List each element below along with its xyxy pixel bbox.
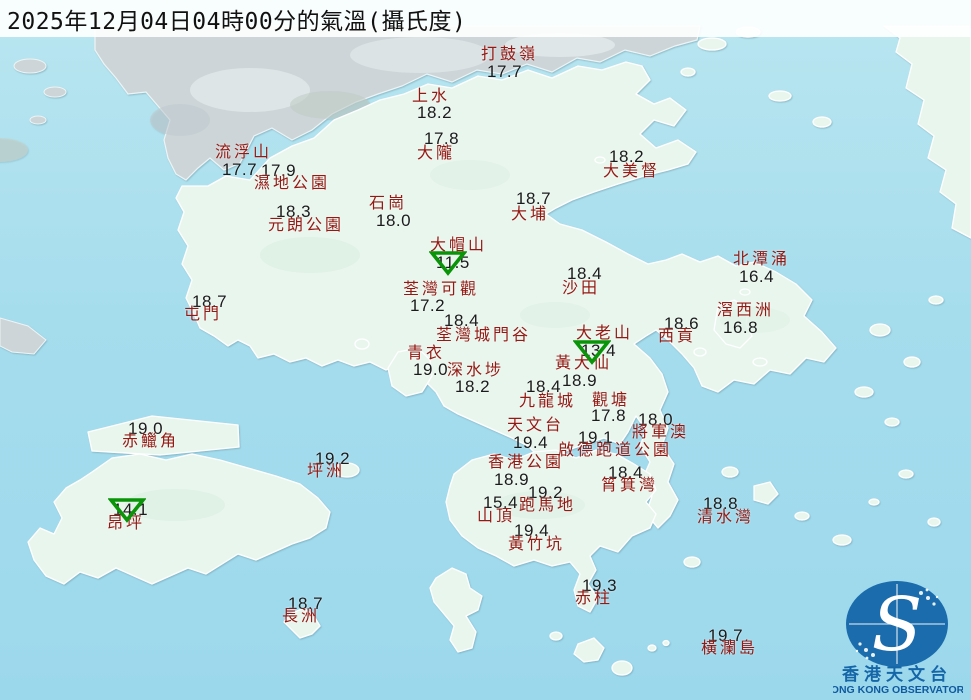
station-name-sai-kung: 西貢	[658, 326, 697, 345]
station-name-chek-lap-kok: 赤鱲角	[122, 431, 180, 450]
station-name-the-peak: 山頂	[477, 506, 516, 525]
map-title-text: 2025年12月04日04時00分的氣溫(攝氏度)	[7, 8, 467, 35]
station-temp-hk-observatory: 19.4	[513, 433, 549, 452]
station-name-waglan-island: 橫瀾島	[701, 638, 759, 657]
station-name-ta-kwu-ling: 打鼓嶺	[481, 44, 539, 63]
station-name-happy-valley: 跑馬地	[519, 495, 577, 514]
station-name-pak-tam-chung: 北潭涌	[733, 249, 791, 268]
station-name-stanley: 赤柱	[575, 588, 614, 607]
station-temp-kwun-tong: 17.8	[591, 406, 627, 425]
station-name-wetland-park: 濕地公園	[254, 173, 331, 192]
station-temp-wong-tai-sin: 18.9	[562, 371, 598, 390]
station-name-sha-tin: 沙田	[562, 278, 601, 297]
station-temp-pak-tam-chung: 16.4	[739, 267, 775, 286]
station-name-shek-kong: 石崗	[369, 193, 408, 212]
stations-layer: 17.7 打鼓嶺 18.2 上水 17.8 大隴 18.2 大美督 17.7 流浮山 17.9 濕地公…	[0, 0, 971, 700]
station-name-yuen-long-park: 元朗公園	[268, 215, 345, 234]
station-name-tai-lung: 大隴	[417, 143, 456, 162]
station-name-hk-observatory: 天文台	[507, 415, 565, 434]
station-temp-ta-kwu-ling: 17.7	[487, 62, 523, 81]
station-name-clear-water-bay: 清水灣	[697, 507, 755, 526]
hko-logo-name-zh: 香港天文台	[842, 664, 952, 685]
station-name-lau-fau-shan: 流浮山	[215, 142, 273, 161]
hko-logo-s-swirl: S	[872, 582, 923, 668]
station-name-hong-kong-park: 香港公園	[488, 452, 565, 471]
station-temp-tsing-yi: 19.0	[413, 360, 449, 379]
station-name-kwun-tong: 觀塘	[592, 390, 631, 409]
station-name-shau-kei-wan: 筲箕灣	[601, 475, 659, 494]
hko-regional-temperature-map: 2025年12月04日04時00分的氣溫(攝氏度) 17.7 打鼓嶺 18.2 上水 1…	[0, 0, 971, 700]
station-name-tsing-yi: 青衣	[407, 343, 446, 362]
station-temp-hong-kong-park: 18.9	[494, 470, 530, 489]
map-title: 2025年12月04日04時00分的氣溫(攝氏度)	[0, 0, 971, 37]
station-temp-shek-kong: 18.0	[376, 211, 412, 230]
station-name-cheung-chau: 長洲	[282, 606, 321, 625]
min-temp-triangle-marker-ngong-ping	[108, 498, 146, 523]
station-name-wong-chuk-hang: 黃竹坑	[508, 534, 566, 553]
station-name-tai-po: 大埔	[511, 204, 550, 223]
station-name-kau-sai-chau: 滘西洲	[717, 300, 775, 319]
station-name-kai-tak-runway-park: 啟德跑道公園	[558, 440, 673, 459]
min-temp-triangle-marker-tates-cairn	[573, 340, 611, 365]
station-temp-sham-shui-po: 18.2	[455, 377, 491, 396]
station-name-sham-shui-po: 深水埗	[447, 360, 505, 379]
station-temp-tsuen-wan-ho-koon: 17.2	[410, 296, 446, 315]
min-temp-triangle-marker-tai-mo-shan	[429, 251, 467, 276]
station-name-peng-chau: 坪洲	[307, 461, 346, 480]
station-temp-sheung-shui: 18.2	[417, 103, 453, 122]
hko-logo: S 香港天文台 HONG KONG OBSERVATORY	[833, 581, 963, 696]
station-name-tsuen-wan-shing-mun-valley: 荃灣城門谷	[436, 325, 532, 344]
station-temp-kau-sai-chau: 16.8	[723, 318, 759, 337]
station-name-tsuen-wan-ho-koon: 荃灣可觀	[403, 279, 480, 298]
station-temp-lau-fau-shan: 17.7	[222, 160, 258, 179]
station-name-sheung-shui: 上水	[412, 86, 451, 105]
station-name-kowloon-city: 九龍城	[519, 391, 577, 410]
station-name-tai-mei-tuk: 大美督	[603, 161, 661, 180]
station-name-tseung-kwan-o: 將軍澳	[632, 422, 690, 441]
hko-logo-name-en: HONG KONG OBSERVATORY	[833, 684, 963, 696]
station-name-tuen-mun: 屯門	[184, 304, 223, 323]
